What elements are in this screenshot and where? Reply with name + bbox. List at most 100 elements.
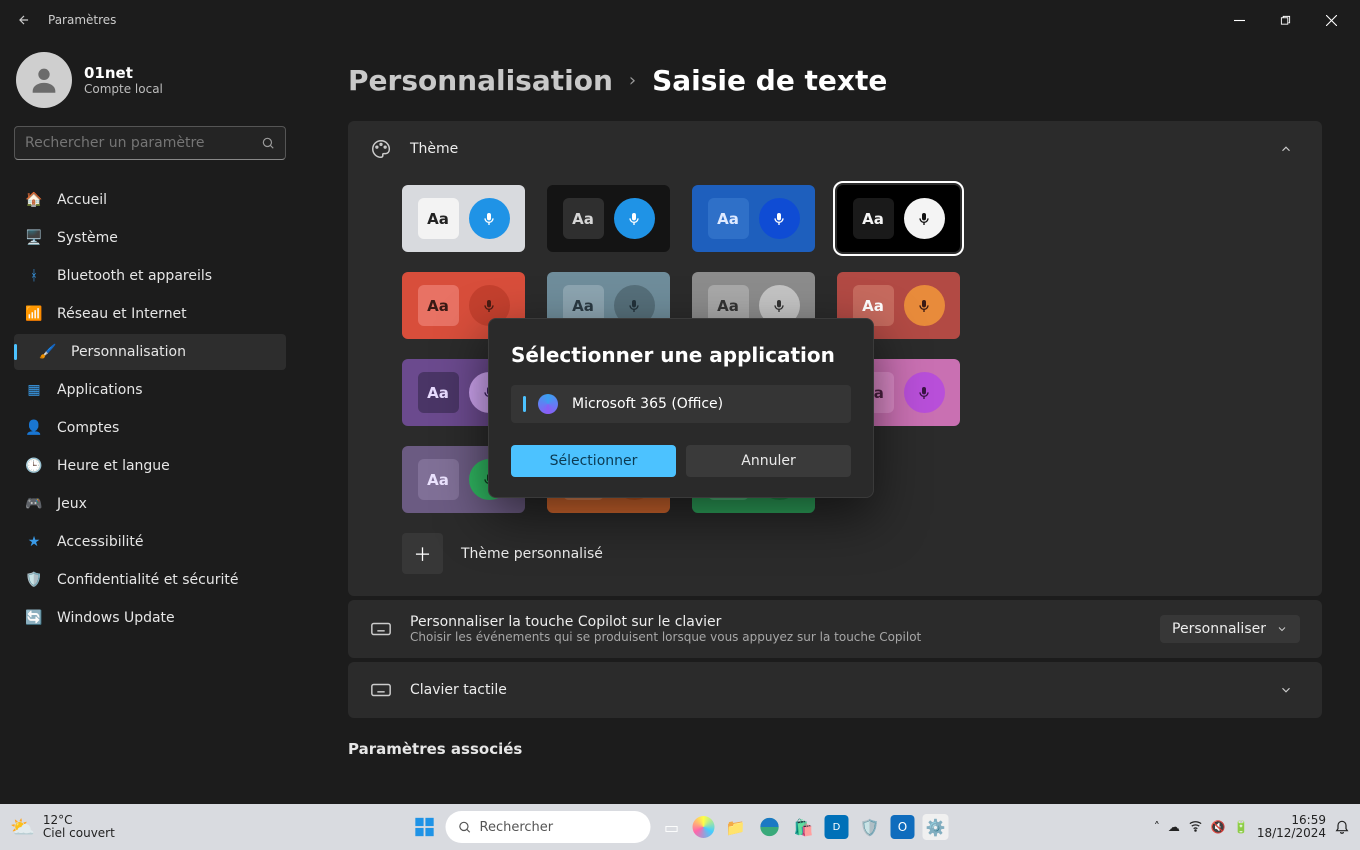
- keyboard-icon: [370, 679, 392, 701]
- weather-widget[interactable]: ⛅ 12°C Ciel couvert: [10, 814, 115, 840]
- chevron-down-icon: [1276, 623, 1288, 635]
- sidebar-item-r-seau-et-internet[interactable]: 📶Réseau et Internet: [14, 296, 286, 332]
- sidebar-item-heure-et-langue[interactable]: 🕒Heure et langue: [14, 448, 286, 484]
- sidebar-item-personnalisation[interactable]: 🖌️Personnalisation: [14, 334, 286, 370]
- nav-icon: ᚼ: [25, 267, 43, 285]
- volume-icon[interactable]: 🔇: [1211, 820, 1226, 834]
- nav-icon: 👤: [25, 419, 43, 437]
- weather-icon: ⛅: [10, 816, 35, 838]
- close-button[interactable]: [1308, 4, 1354, 36]
- search-box[interactable]: [14, 126, 286, 160]
- breadcrumb-parent[interactable]: Personnalisation: [348, 64, 613, 97]
- taskbar-search[interactable]: Rechercher: [446, 811, 651, 843]
- mic-icon: [614, 198, 655, 239]
- mic-icon: [904, 198, 945, 239]
- key-preview: Aa: [418, 372, 459, 413]
- mic-icon: [759, 198, 800, 239]
- touch-keyboard-card[interactable]: Clavier tactile: [348, 662, 1322, 718]
- nav-icon: ▦: [25, 381, 43, 399]
- page-title: Saisie de texte: [652, 64, 887, 97]
- sidebar-item-comptes[interactable]: 👤Comptes: [14, 410, 286, 446]
- store-icon[interactable]: 🛍️: [791, 814, 817, 840]
- sidebar-item-applications[interactable]: ▦Applications: [14, 372, 286, 408]
- nav-icon: 🔄: [25, 609, 43, 627]
- mcafee-icon[interactable]: 🛡️: [857, 814, 883, 840]
- taskbar: ⛅ 12°C Ciel couvert Rechercher ▭ 📁 🛍️ D …: [0, 804, 1360, 850]
- theme-tile[interactable]: Aa: [692, 185, 815, 252]
- key-preview: Aa: [418, 459, 459, 500]
- start-button[interactable]: [412, 814, 438, 840]
- clock[interactable]: 16:59 18/12/2024: [1257, 814, 1326, 840]
- chevron-down-icon: [1272, 676, 1300, 704]
- battery-icon[interactable]: 🔋: [1234, 820, 1249, 834]
- key-preview: Aa: [418, 285, 459, 326]
- sidebar-item-syst-me[interactable]: 🖥️Système: [14, 220, 286, 256]
- theme-tile[interactable]: Aa: [402, 185, 525, 252]
- associated-settings-title: Paramètres associés: [348, 740, 1322, 758]
- nav-icon: 🕒: [25, 457, 43, 475]
- theme-header[interactable]: Thème: [348, 121, 1322, 177]
- microsoft365-icon: [538, 394, 558, 414]
- chevron-right-icon: ›: [629, 70, 636, 91]
- copilot-icon[interactable]: [693, 816, 715, 838]
- nav: 🏠Accueil🖥️SystèmeᚼBluetooth et appareils…: [14, 182, 286, 636]
- touch-title: Clavier tactile: [410, 682, 1254, 698]
- task-view-icon[interactable]: ▭: [659, 814, 685, 840]
- window-title: Paramètres: [48, 13, 116, 27]
- nav-icon: ★: [25, 533, 43, 551]
- theme-tile[interactable]: Aa: [547, 185, 670, 252]
- user-sub: Compte local: [84, 82, 163, 96]
- avatar: [16, 52, 72, 108]
- add-theme-button[interactable]: ＋: [402, 533, 443, 574]
- titlebar: Paramètres: [0, 0, 1360, 40]
- tray-chevron-icon[interactable]: ˄: [1154, 820, 1160, 834]
- chevron-up-icon: [1272, 135, 1300, 163]
- nav-icon: 🏠: [25, 191, 43, 209]
- sidebar-item-accueil[interactable]: 🏠Accueil: [14, 182, 286, 218]
- edge-icon[interactable]: [757, 814, 783, 840]
- settings-icon[interactable]: ⚙️: [923, 814, 949, 840]
- sidebar-item-jeux[interactable]: 🎮Jeux: [14, 486, 286, 522]
- copilot-card: Personnaliser la touche Copilot sur le c…: [348, 600, 1322, 658]
- nav-icon: 🖌️: [39, 343, 57, 361]
- mic-icon: [904, 372, 945, 413]
- custom-theme-label: Thème personnalisé: [461, 546, 603, 562]
- minimize-button[interactable]: [1216, 4, 1262, 36]
- wifi-icon[interactable]: [1188, 818, 1203, 836]
- back-button[interactable]: [6, 2, 42, 38]
- onedrive-icon[interactable]: ☁: [1168, 820, 1180, 834]
- sidebar-item-accessibilit-[interactable]: ★Accessibilité: [14, 524, 286, 560]
- breadcrumb: Personnalisation › Saisie de texte: [348, 64, 1322, 97]
- mic-icon: [904, 285, 945, 326]
- notifications-icon[interactable]: [1334, 818, 1350, 837]
- sidebar: 01net Compte local 🏠Accueil🖥️SystèmeᚼBlu…: [0, 40, 300, 804]
- sidebar-item-bluetooth-et-appareils[interactable]: ᚼBluetooth et appareils: [14, 258, 286, 294]
- copilot-title: Personnaliser la touche Copilot sur le c…: [410, 614, 1142, 630]
- select-button[interactable]: Sélectionner: [511, 445, 676, 477]
- app-item[interactable]: Microsoft 365 (Office): [511, 385, 851, 423]
- mic-icon: [469, 198, 510, 239]
- cancel-button[interactable]: Annuler: [686, 445, 851, 477]
- personalize-button[interactable]: Personnaliser: [1160, 615, 1300, 643]
- sidebar-item-windows-update[interactable]: 🔄Windows Update: [14, 600, 286, 636]
- outlook-icon[interactable]: O: [891, 815, 915, 839]
- app-name: Microsoft 365 (Office): [572, 396, 723, 412]
- nav-icon: 📶: [25, 305, 43, 323]
- nav-icon: 🛡️: [25, 571, 43, 589]
- key-preview: Aa: [708, 198, 749, 239]
- search-input[interactable]: [25, 135, 261, 151]
- theme-title: Thème: [410, 141, 458, 157]
- key-preview: Aa: [563, 198, 604, 239]
- search-icon: [458, 820, 472, 834]
- palette-icon: [370, 138, 392, 160]
- app-picker-dialog: Sélectionner une application Microsoft 3…: [488, 318, 874, 498]
- explorer-icon[interactable]: 📁: [723, 814, 749, 840]
- search-icon: [261, 136, 275, 150]
- dell-icon[interactable]: D: [825, 815, 849, 839]
- nav-icon: 🎮: [25, 495, 43, 513]
- copilot-sub: Choisir les événements qui se produisent…: [410, 630, 1142, 644]
- theme-tile[interactable]: Aa: [837, 185, 960, 252]
- user-block[interactable]: 01net Compte local: [16, 52, 286, 108]
- sidebar-item-confidentialit-et-s-curit-[interactable]: 🛡️Confidentialité et sécurité: [14, 562, 286, 598]
- maximize-button[interactable]: [1262, 4, 1308, 36]
